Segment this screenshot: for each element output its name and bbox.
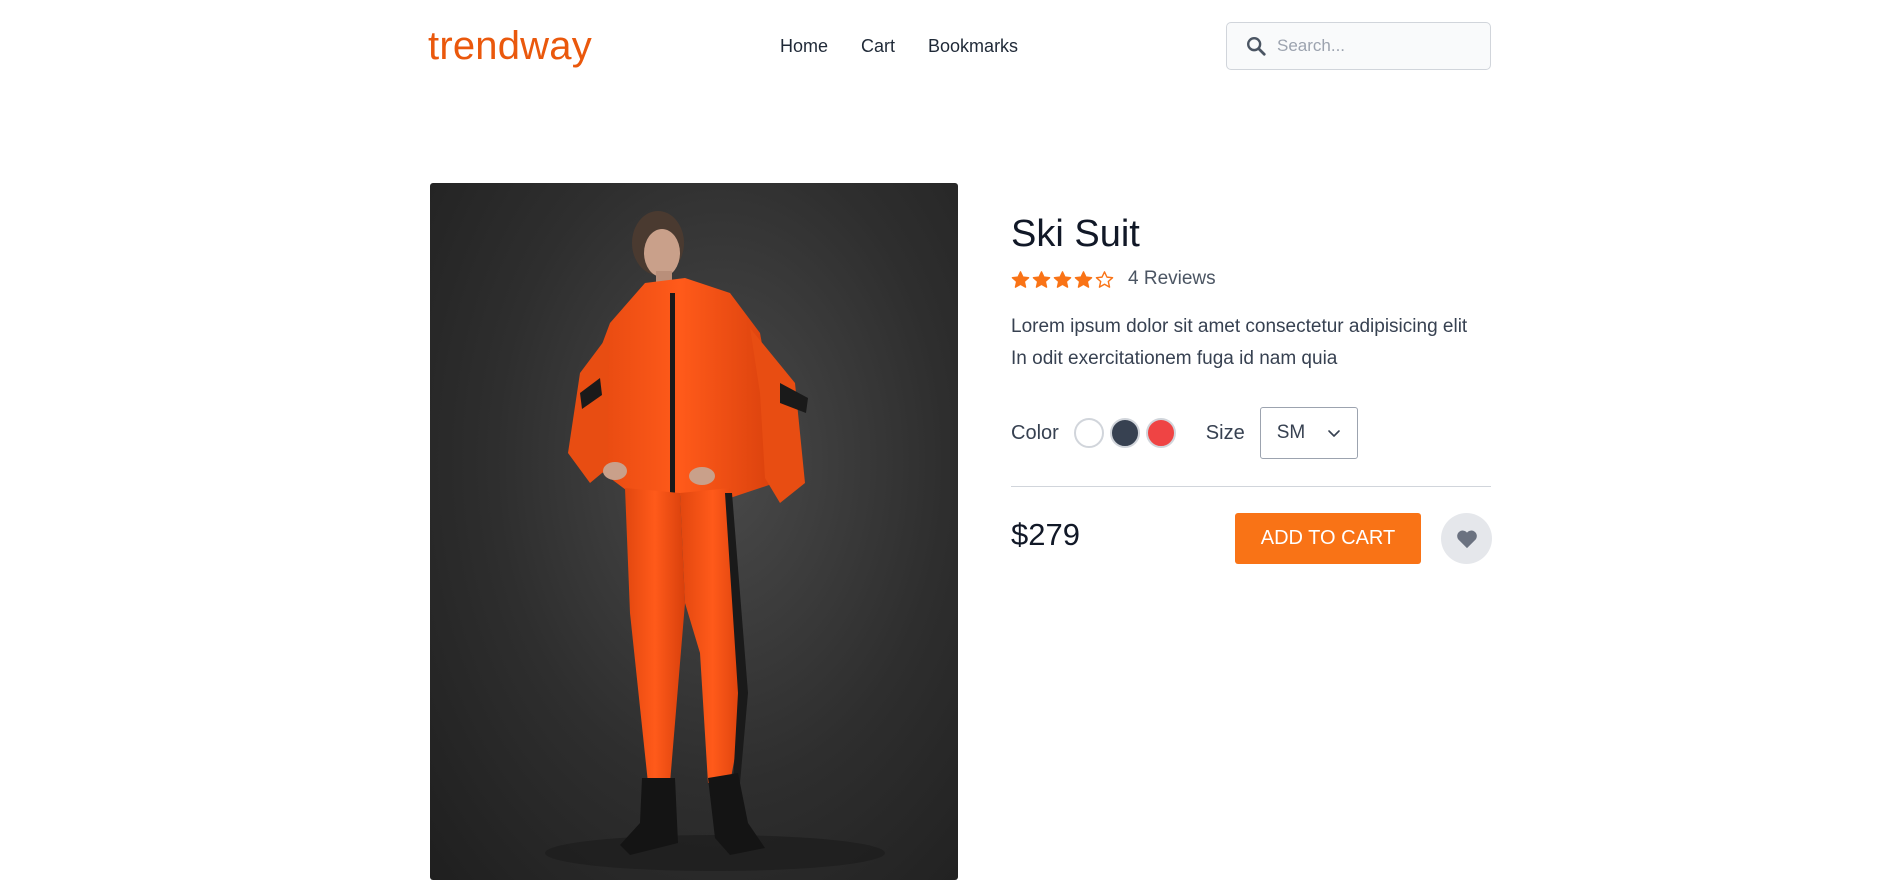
star-filled-icon xyxy=(1074,270,1093,288)
add-to-cart-button[interactable]: ADD TO CART xyxy=(1235,513,1421,564)
rating-row: 4 Reviews xyxy=(1011,267,1491,291)
size-label: Size xyxy=(1205,421,1245,444)
buy-row: $279 ADD TO CART xyxy=(1011,513,1492,565)
star-filled-icon xyxy=(1011,270,1030,288)
color-swatch-3[interactable] xyxy=(1145,418,1176,448)
star-filled-icon xyxy=(1032,270,1051,288)
size-select[interactable]: SM xyxy=(1259,407,1358,459)
size-select-value: SM xyxy=(1276,422,1306,443)
heart-icon xyxy=(1456,530,1477,548)
color-swatches xyxy=(1073,418,1176,448)
divider xyxy=(1011,486,1491,487)
product-description: Lorem ipsum dolor sit amet consectetur a… xyxy=(1011,316,1468,369)
logo[interactable]: trendway xyxy=(428,26,592,66)
ski-suit-model-illustration xyxy=(545,211,885,871)
product-options: Color Size SM xyxy=(1011,407,1491,459)
bookmark-button[interactable] xyxy=(1441,513,1492,564)
star-empty-icon xyxy=(1095,270,1114,288)
search-icon xyxy=(1243,33,1269,59)
star-filled-icon xyxy=(1053,270,1072,288)
main-nav: Home Cart Bookmarks xyxy=(780,37,1018,55)
nav-bookmarks[interactable]: Bookmarks xyxy=(928,37,1018,55)
nav-cart[interactable]: Cart xyxy=(861,37,895,55)
product-info: Ski Suit 4 Reviews Lorem ipsum dolor sit… xyxy=(1011,213,1492,565)
color-swatch-1[interactable] xyxy=(1073,418,1104,448)
product-price: $279 xyxy=(1011,517,1080,552)
nav-home[interactable]: Home xyxy=(780,37,828,55)
search-box[interactable] xyxy=(1226,22,1491,70)
star-rating xyxy=(1011,270,1114,289)
search-input[interactable] xyxy=(1277,36,1477,56)
color-label: Color xyxy=(1011,421,1059,444)
site-header: trendway Home Cart Bookmarks xyxy=(428,22,1491,70)
color-swatch-2[interactable] xyxy=(1109,418,1140,448)
reviews-link[interactable]: 4 Reviews xyxy=(1128,268,1216,290)
product-title: Ski Suit xyxy=(1011,213,1140,255)
product-image xyxy=(430,183,958,880)
chevron-down-icon xyxy=(1327,430,1340,437)
